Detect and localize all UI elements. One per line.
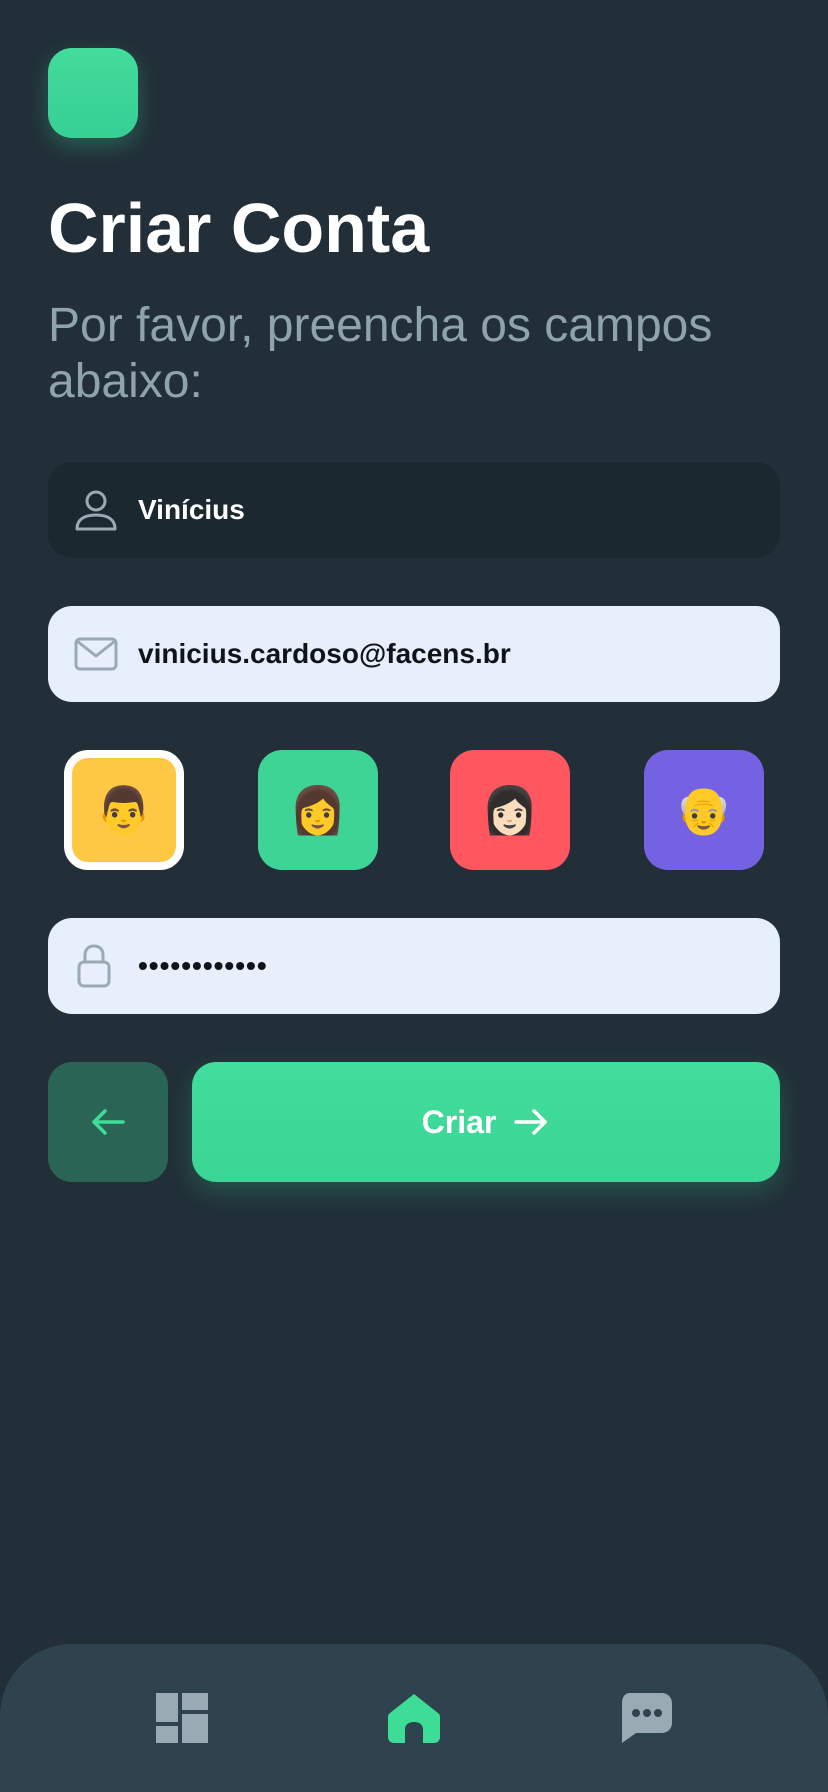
name-field[interactable]: Vinícius: [48, 462, 780, 558]
name-value: Vinícius: [138, 494, 245, 525]
nav-item-home[interactable]: [359, 1644, 469, 1792]
home-icon: [388, 1694, 440, 1743]
bottom-nav: [0, 1644, 828, 1792]
page-subtitle: Por favor, preencha os campos abaixo:: [48, 299, 713, 408]
nav-item-chat[interactable]: [591, 1644, 701, 1792]
email-value: vinicius.cardoso@facens.br: [138, 638, 511, 669]
avatar-emoji: 👴: [675, 784, 733, 836]
arrow-right-icon: [514, 1109, 548, 1135]
lock-icon: [73, 943, 119, 989]
password-field[interactable]: ••••••••••••: [48, 918, 780, 1014]
dashboard-icon: [156, 1693, 208, 1743]
arrow-left-icon: [92, 1109, 125, 1135]
avatar-emoji: 👨: [95, 784, 153, 836]
back-button[interactable]: [48, 1062, 168, 1182]
create-button-label: Criar: [421, 1103, 497, 1140]
page-title: Criar Conta: [48, 189, 430, 267]
avatar-emoji: 👩🏻: [481, 784, 539, 836]
avatar-option-3[interactable]: 👩🏻: [450, 750, 570, 870]
email-field[interactable]: vinicius.cardoso@facens.br: [48, 606, 780, 702]
password-value: ••••••••••••: [138, 950, 268, 981]
avatar-emoji: 👩: [289, 784, 347, 836]
chat-icon: [622, 1693, 672, 1743]
nav-item-dashboard[interactable]: [127, 1644, 237, 1792]
avatar-option-2[interactable]: 👩: [258, 750, 378, 870]
app-logo: [48, 48, 138, 138]
avatar-option-4[interactable]: 👴: [644, 750, 764, 870]
user-icon: [73, 487, 119, 533]
mail-icon: [73, 631, 119, 677]
avatar-option-1[interactable]: 👨: [64, 750, 184, 870]
create-account-button[interactable]: Criar: [192, 1062, 780, 1182]
